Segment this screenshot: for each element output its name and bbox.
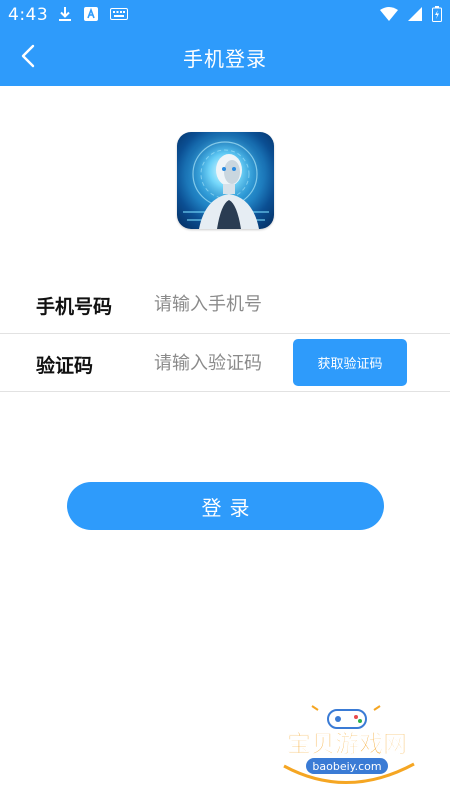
code-label: 验证码 [36, 355, 94, 377]
title-bar: 手机登录 [0, 30, 450, 86]
phone-label: 手机号码 [36, 296, 113, 318]
wifi-icon [380, 7, 398, 21]
watermark-url: baobeiy.com [312, 760, 381, 773]
watermark-text: 宝贝游戏网 [287, 730, 407, 758]
page-title: 手机登录 [183, 47, 267, 71]
robot-app-icon [177, 132, 274, 229]
battery-charging-icon [432, 6, 442, 22]
top-app-bar: 4:43 手机登录 [0, 0, 450, 86]
status-right-icons [380, 6, 442, 22]
a-app-icon [84, 7, 98, 21]
phone-input[interactable] [154, 287, 394, 321]
code-row: 验证码 获取验证码 [0, 334, 450, 392]
get-code-button[interactable]: 获取验证码 [293, 339, 407, 386]
status-bar: 4:43 [0, 0, 450, 30]
code-input[interactable] [154, 346, 284, 380]
keyboard-icon [110, 8, 128, 20]
watermark-logo: 宝贝游戏网 baobeiy.com [274, 704, 420, 790]
status-left-icons [58, 6, 128, 22]
login-button[interactable]: 登录 [67, 482, 384, 530]
divider [0, 391, 450, 392]
signal-icon [408, 7, 422, 21]
status-time: 4:43 [8, 5, 49, 25]
phone-row: 手机号码 [0, 275, 450, 333]
download-icon [58, 6, 72, 22]
